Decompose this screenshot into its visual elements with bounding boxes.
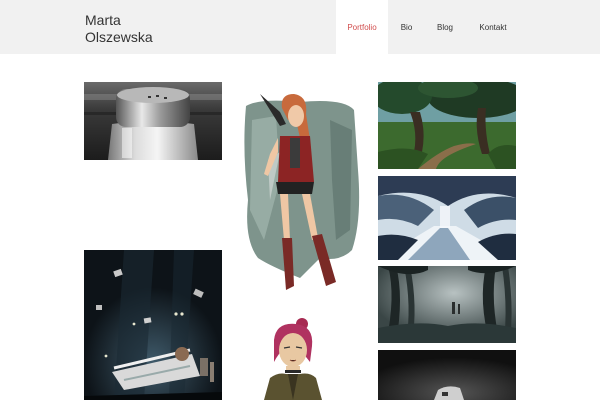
portfolio-thumb-dark-bedroom[interactable] bbox=[84, 250, 222, 400]
portfolio-thumb-salt-shaker[interactable] bbox=[84, 82, 222, 160]
forest-path-image bbox=[378, 82, 516, 169]
portfolio-thumb-forest-path[interactable] bbox=[378, 82, 516, 169]
stormy-road-image bbox=[378, 176, 516, 260]
site-header: Marta Olszewska Portfolio Bio Blog Konta… bbox=[0, 0, 600, 54]
nav-item-bio[interactable]: Bio bbox=[388, 0, 425, 54]
misty-forest-image bbox=[378, 266, 516, 343]
nav-item-blog[interactable]: Blog bbox=[425, 0, 465, 54]
portfolio-thumb-stormy-road[interactable] bbox=[378, 176, 516, 260]
site-title[interactable]: Marta Olszewska bbox=[85, 12, 153, 46]
site-title-first-line: Marta bbox=[85, 12, 121, 28]
dark-object-image bbox=[378, 350, 516, 400]
site-title-second-line: Olszewska bbox=[85, 29, 153, 45]
nav-item-portfolio[interactable]: Portfolio bbox=[336, 0, 388, 54]
main-nav: Portfolio Bio Blog Kontakt bbox=[336, 0, 521, 54]
portfolio-thumb-dark-object[interactable] bbox=[378, 350, 516, 400]
pink-haired-girl-image bbox=[258, 316, 328, 400]
portfolio-thumb-pink-haired-girl[interactable] bbox=[258, 316, 328, 400]
portfolio-thumb-redhead-girl[interactable] bbox=[240, 90, 362, 295]
redhead-girl-image bbox=[240, 90, 362, 295]
salt-shaker-image bbox=[84, 82, 222, 160]
portfolio-thumb-misty-forest[interactable] bbox=[378, 266, 516, 343]
nav-item-kontakt[interactable]: Kontakt bbox=[465, 0, 521, 54]
dark-bedroom-image bbox=[84, 250, 222, 400]
